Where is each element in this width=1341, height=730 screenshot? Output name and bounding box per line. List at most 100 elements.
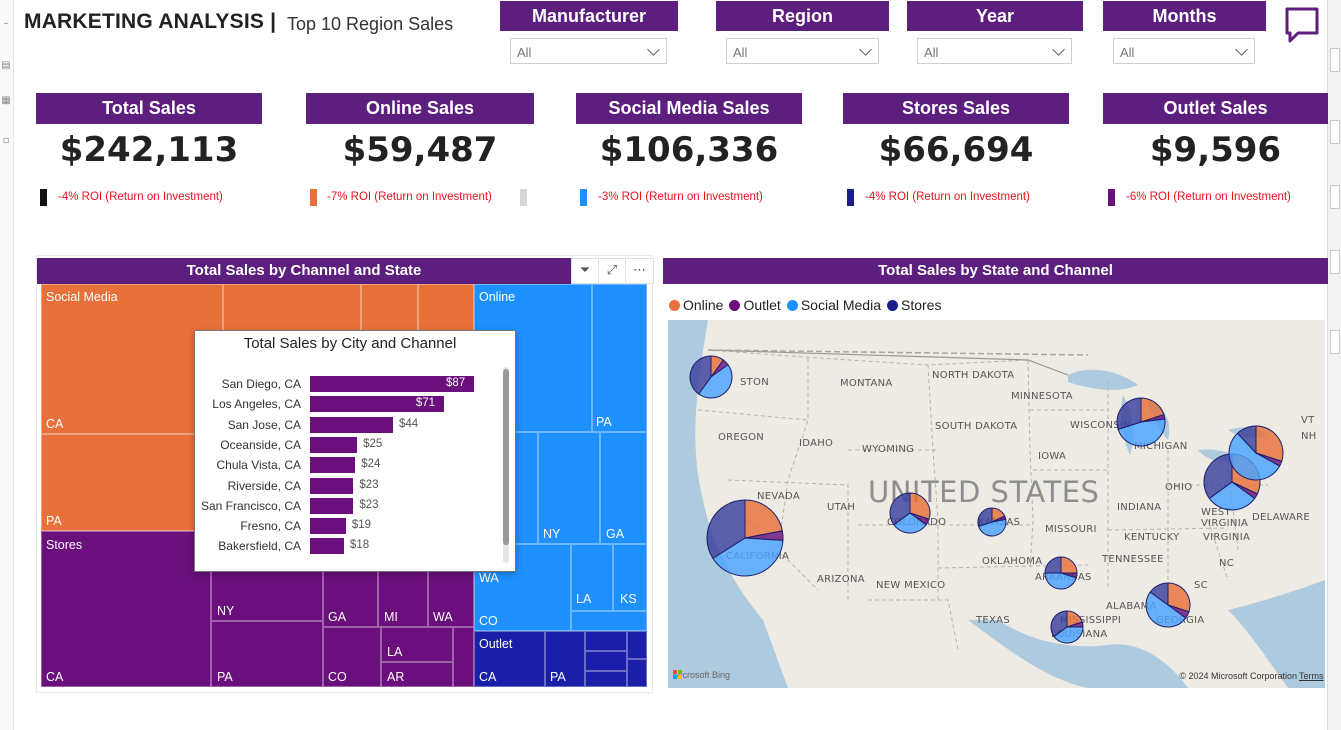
tooltip-city-label: Chula Vista, CA xyxy=(216,458,302,473)
total-sales-value: $242,113 xyxy=(59,130,239,170)
legend-swatch xyxy=(886,299,898,311)
outlet-sales-value: $9,596 xyxy=(1149,130,1282,170)
pane-toggle[interactable] xyxy=(1330,185,1340,209)
treemap-state-label: WA xyxy=(479,571,499,585)
state-pie-mi[interactable] xyxy=(1116,397,1166,447)
state-pie-la[interactable] xyxy=(1050,610,1084,644)
tooltip-value-label: $87 xyxy=(446,377,466,389)
legend-swatch xyxy=(729,299,741,311)
social-media-sales-roi: -3% ROI (Return on Investment) xyxy=(598,191,763,203)
state-pie-ca[interactable] xyxy=(706,499,784,577)
year-value: All xyxy=(924,45,939,60)
treemap-group-label: Outlet xyxy=(479,637,513,651)
treemap-tile[interactable] xyxy=(585,671,627,687)
tooltip-value-label: $24 xyxy=(361,458,381,471)
state-pie-ks[interactable] xyxy=(977,507,1007,537)
manufacturer-value: All xyxy=(517,45,532,60)
treemap-group-label: Stores xyxy=(46,538,83,552)
rail-icon[interactable]: ▦ xyxy=(0,95,12,106)
legend-label: Online xyxy=(683,297,724,313)
pane-toggle[interactable] xyxy=(1330,120,1340,144)
state-pie-ar[interactable] xyxy=(1044,556,1078,590)
page-subtitle: Top 10 Region Sales xyxy=(287,14,454,34)
legend-item[interactable]: Social Media xyxy=(786,297,881,313)
state-pie-ny[interactable] xyxy=(1228,425,1284,481)
treemap-tile[interactable] xyxy=(585,651,627,671)
total-sales-header: Total Sales xyxy=(36,93,262,124)
state-pie-co[interactable] xyxy=(889,492,931,534)
left-rail: – ▤ ▦ ▫ xyxy=(0,0,14,730)
social-media-sales-header: Social Media Sales xyxy=(576,93,802,124)
tooltip-city-label: Riverside, CA xyxy=(227,478,301,493)
chevron-down-icon xyxy=(1052,43,1065,56)
treemap-tile[interactable] xyxy=(585,631,627,651)
treemap-tile[interactable] xyxy=(41,531,211,687)
comment-icon[interactable] xyxy=(1284,6,1320,44)
year-dropdown[interactable]: All xyxy=(917,38,1072,64)
treemap-state-label: PA xyxy=(596,415,612,429)
stores-sales-roi: -4% ROI (Return on Investment) xyxy=(865,191,1030,203)
legend-item[interactable]: Stores xyxy=(886,297,942,313)
tooltip-bar xyxy=(310,436,358,453)
rail-icon[interactable]: ▤ xyxy=(0,60,12,71)
treemap-state-label: NY xyxy=(217,604,235,618)
us-map[interactable]: MONTANA NORTH DAKOTA MINNESOTA OREGON ID… xyxy=(668,320,1325,688)
rail-icon[interactable]: ▫ xyxy=(0,135,12,146)
map-title: Total Sales by State and Channel xyxy=(663,258,1328,284)
treemap-state-label: NY xyxy=(543,527,561,541)
rail-icon[interactable]: – xyxy=(0,18,12,29)
treemap-state-label: CO xyxy=(328,670,347,684)
roi-marker-placeholder xyxy=(520,189,527,206)
tooltip-value-label: $25 xyxy=(363,437,383,450)
online-sales-roi: -7% ROI (Return on Investment) xyxy=(327,191,492,203)
pie-slice-online[interactable] xyxy=(1060,556,1078,574)
chevron-down-icon xyxy=(859,43,872,56)
pie-slice-stores[interactable] xyxy=(1044,556,1062,574)
legend-label: Stores xyxy=(900,297,942,313)
tooltip-city-label: Bakersfield, CA xyxy=(218,539,301,554)
treemap-state-label: PA xyxy=(550,670,566,684)
tooltip-city-label: Los Angeles, CA xyxy=(212,397,301,412)
tooltip-value-label: $23 xyxy=(359,478,379,491)
map-copyright: © 2024 Microsoft Corporation xyxy=(1179,671,1297,681)
treemap-state-label: PA xyxy=(217,670,233,684)
roi-marker xyxy=(1108,189,1115,206)
treemap-title: Total Sales by Channel and State xyxy=(37,258,571,284)
tooltip-bar xyxy=(310,497,354,514)
treemap-state-label: CO xyxy=(479,614,498,628)
treemap-tile[interactable] xyxy=(627,631,647,659)
tooltip-bar xyxy=(310,416,393,433)
months-dropdown[interactable]: All xyxy=(1113,38,1255,64)
legend-item[interactable]: Online xyxy=(669,297,723,313)
tooltip-title: Total Sales by City and Channel xyxy=(243,335,457,352)
tooltip-scrollbar-thumb[interactable] xyxy=(503,369,509,545)
region-dropdown[interactable]: All xyxy=(726,38,879,64)
legend-item[interactable]: Outlet xyxy=(729,297,781,313)
stores-sales-value: $66,694 xyxy=(878,130,1034,170)
year-slicer-header: Year xyxy=(907,1,1083,31)
tooltip-value-label: $18 xyxy=(349,539,370,552)
pane-toggle[interactable] xyxy=(1330,48,1340,72)
focus-mode-icon[interactable]: ⤢ xyxy=(599,259,626,283)
filter-icon[interactable]: ⏷ xyxy=(572,259,599,283)
microsoft-logo-icon xyxy=(673,670,682,679)
more-options-icon[interactable]: ⋯ xyxy=(626,259,653,283)
months-slicer-header: Months xyxy=(1103,1,1266,31)
tooltip-city-label: Fresno, CA xyxy=(240,519,301,534)
pane-toggle[interactable] xyxy=(1330,330,1340,354)
treemap-tile[interactable] xyxy=(592,284,647,432)
outlet-sales-roi: -6% ROI (Return on Investment) xyxy=(1126,191,1291,203)
treemap-tile[interactable] xyxy=(571,611,647,631)
state-pie-ga[interactable] xyxy=(1145,582,1191,628)
treemap-tile[interactable] xyxy=(453,627,474,687)
manufacturer-slicer-header: Manufacturer xyxy=(500,1,678,31)
treemap-tile[interactable] xyxy=(627,659,647,687)
manufacturer-dropdown[interactable]: All xyxy=(510,38,667,64)
state-pie-wa[interactable] xyxy=(689,355,733,399)
legend-swatch xyxy=(669,299,680,311)
pane-toggle[interactable] xyxy=(1330,250,1340,274)
treemap-state-label: CA xyxy=(479,670,497,684)
roi-marker xyxy=(580,189,587,206)
map-terms-link[interactable]: Terms xyxy=(1299,671,1325,681)
tooltip-bar xyxy=(310,457,356,474)
